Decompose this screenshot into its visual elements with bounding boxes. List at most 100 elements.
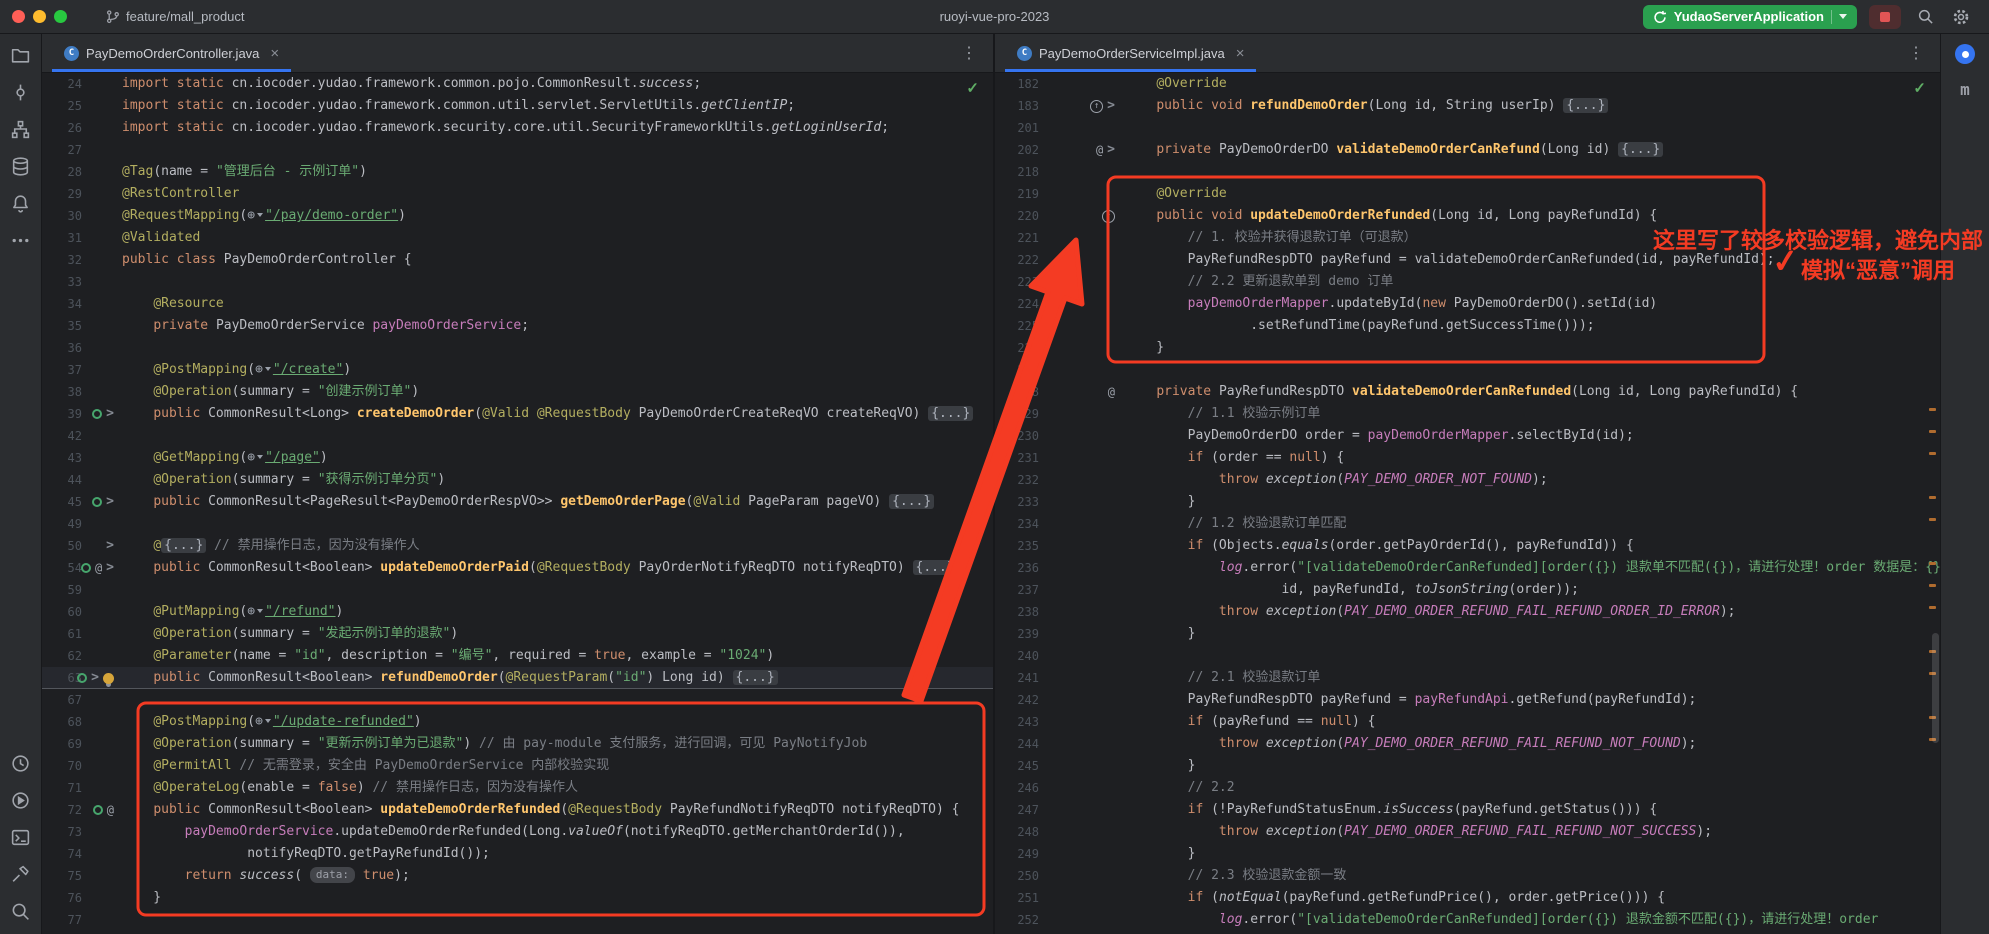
line-number[interactable]: 30 (42, 205, 82, 227)
code-line[interactable]: 36 (42, 337, 993, 359)
services-run-icon[interactable] (10, 789, 32, 811)
scrollbar-thumb[interactable] (1932, 633, 1939, 743)
override-icon[interactable]: ↑ (1090, 100, 1103, 113)
code-line[interactable]: 242 PayRefundRespDTO payRefund = payRefu… (995, 689, 1940, 711)
code-line[interactable]: 39> public CommonResult<Long> createDemo… (42, 403, 993, 425)
line-number[interactable]: 248 (995, 821, 1039, 843)
line-number[interactable]: 37 (42, 359, 82, 381)
line-number[interactable]: 28 (42, 161, 82, 183)
code-line[interactable]: 234 // 1.2 校验退款订单匹配 (995, 513, 1940, 535)
code-line[interactable]: 73 payDemoOrderService.updateDemoOrderRe… (42, 821, 993, 843)
code-line[interactable]: 220↑ public void updateDemoOrderRefunded… (995, 205, 1940, 227)
line-number[interactable]: 54 (42, 557, 82, 579)
code-line[interactable]: 226 } (995, 337, 1940, 359)
line-number[interactable]: 252 (995, 909, 1039, 931)
line-number[interactable]: 227 (995, 359, 1039, 381)
more-tools-icon[interactable] (10, 229, 32, 251)
run-configuration-button[interactable]: YudaoServerApplication (1643, 5, 1857, 29)
code-line[interactable]: 227 (995, 359, 1940, 381)
line-number[interactable]: 240 (995, 645, 1039, 667)
code-line[interactable]: 252 log.error("[validateDemoOrderCanRefu… (995, 909, 1940, 931)
fold-chevron-icon[interactable]: > (106, 557, 114, 579)
left-code-area[interactable]: 24import static cn.iocoder.yudao.framewo… (42, 73, 993, 934)
line-number[interactable]: 231 (995, 447, 1039, 469)
code-line[interactable]: 219 @Override (995, 183, 1940, 205)
line-number[interactable]: 38 (42, 381, 82, 403)
line-number[interactable]: 34 (42, 293, 82, 315)
code-line[interactable]: 240 (995, 645, 1940, 667)
code-line[interactable]: 30@RequestMapping(⊕"/pay/demo-order") (42, 205, 993, 227)
code-line[interactable]: 45> public CommonResult<PageResult<PayDe… (42, 491, 993, 513)
line-number[interactable]: 27 (42, 139, 82, 161)
tab-options-kebab-icon[interactable]: ⋮ (1902, 43, 1930, 63)
code-line[interactable]: 24import static cn.iocoder.yudao.framewo… (42, 73, 993, 95)
line-number[interactable]: 29 (42, 183, 82, 205)
code-line[interactable]: 250 // 2.3 校验退款金额一致 (995, 865, 1940, 887)
line-number[interactable]: 71 (42, 777, 82, 799)
code-line[interactable]: 43 @GetMapping(⊕"/page") (42, 447, 993, 469)
code-line[interactable]: 27 (42, 139, 993, 161)
line-number[interactable]: 235 (995, 535, 1039, 557)
maven-tool-icon[interactable]: m (1960, 80, 1970, 99)
line-number[interactable]: 251 (995, 887, 1039, 909)
line-number[interactable]: 69 (42, 733, 82, 755)
line-number[interactable]: 31 (42, 227, 82, 249)
line-number[interactable]: 239 (995, 623, 1039, 645)
code-line[interactable]: 38 @Operation(summary = "创建示例订单") (42, 381, 993, 403)
fold-chevron-icon[interactable]: > (106, 535, 114, 557)
line-number[interactable]: 242 (995, 689, 1039, 711)
code-line[interactable]: 77 (42, 909, 993, 931)
code-line[interactable]: 69 @Operation(summary = "更新示例订单为已退款") //… (42, 733, 993, 755)
line-number[interactable]: 36 (42, 337, 82, 359)
code-line[interactable]: 28@Tag(name = "管理后台 - 示例订单") (42, 161, 993, 183)
code-line[interactable]: 44 @Operation(summary = "获得示例订单分页") (42, 469, 993, 491)
line-number[interactable]: 225 (995, 315, 1039, 337)
code-line[interactable]: 223 // 2.2 更新退款单到 demo 订单 (995, 271, 1940, 293)
fold-chevron-icon[interactable]: > (106, 491, 114, 513)
code-line[interactable]: 34 @Resource (42, 293, 993, 315)
notification-badge-icon[interactable] (1955, 44, 1975, 64)
fold-chevron-icon[interactable]: > (1107, 95, 1115, 117)
code-line[interactable]: 32public class PayDemoOrderController { (42, 249, 993, 271)
line-number[interactable]: 222 (995, 249, 1039, 271)
code-line[interactable]: 37 @PostMapping(⊕"/create") (42, 359, 993, 381)
code-line[interactable]: 236 log.error("[validateDemoOrderCanRefu… (995, 557, 1940, 579)
endpoint-icon[interactable] (93, 805, 103, 815)
code-line[interactable]: 29@RestController (42, 183, 993, 205)
stop-button[interactable] (1869, 5, 1901, 29)
code-line[interactable]: 225 .setRefundTime(payRefund.getSuccessT… (995, 315, 1940, 337)
line-number[interactable]: 245 (995, 755, 1039, 777)
code-line[interactable]: 183↑> public void refundDemoOrder(Long i… (995, 95, 1940, 117)
code-line[interactable]: 232 throw exception(PAY_DEMO_ORDER_NOT_F… (995, 469, 1940, 491)
line-number[interactable]: 26 (42, 117, 82, 139)
code-line[interactable]: 222 PayRefundRespDTO payRefund = validat… (995, 249, 1940, 271)
line-number[interactable]: 39 (42, 403, 82, 425)
tab-paydemoordercontroller[interactable]: C PayDemoOrderController.java × (52, 34, 291, 72)
line-number[interactable]: 67 (42, 689, 82, 711)
line-number[interactable]: 68 (42, 711, 82, 733)
line-number[interactable]: 42 (42, 425, 82, 447)
code-line[interactable]: 246 // 2.2 (995, 777, 1940, 799)
code-line[interactable]: 74 notifyReqDTO.getPayRefundId()); (42, 843, 993, 865)
code-line[interactable]: 71 @OperateLog(enable = false) // 禁用操作日志… (42, 777, 993, 799)
code-line[interactable]: 202@> private PayDemoOrderDO validateDem… (995, 139, 1940, 161)
code-line[interactable]: 60 @PutMapping(⊕"/refund") (42, 601, 993, 623)
line-number[interactable]: 237 (995, 579, 1039, 601)
code-line[interactable]: 75 return success( data: true); (42, 865, 993, 887)
code-line[interactable]: 68 @PostMapping(⊕"/update-refunded") (42, 711, 993, 733)
code-line[interactable]: 248 throw exception(PAY_DEMO_ORDER_REFUN… (995, 821, 1940, 843)
right-code-area[interactable]: 182 @Override183↑> public void refundDem… (995, 73, 1940, 934)
line-number[interactable]: 236 (995, 557, 1039, 579)
line-number[interactable]: 224 (995, 293, 1039, 315)
line-number[interactable]: 33 (42, 271, 82, 293)
code-line[interactable]: 59 (42, 579, 993, 601)
line-number[interactable]: 238 (995, 601, 1039, 623)
code-line[interactable]: 33 (42, 271, 993, 293)
code-line[interactable]: 54@> public CommonResult<Boolean> update… (42, 557, 993, 579)
line-number[interactable]: 234 (995, 513, 1039, 535)
line-number[interactable]: 233 (995, 491, 1039, 513)
close-window-button[interactable] (12, 10, 25, 23)
line-number[interactable]: 59 (42, 579, 82, 601)
line-number[interactable]: 24 (42, 73, 82, 95)
code-line[interactable]: 235 if (Objects.equals(order.getPayOrder… (995, 535, 1940, 557)
